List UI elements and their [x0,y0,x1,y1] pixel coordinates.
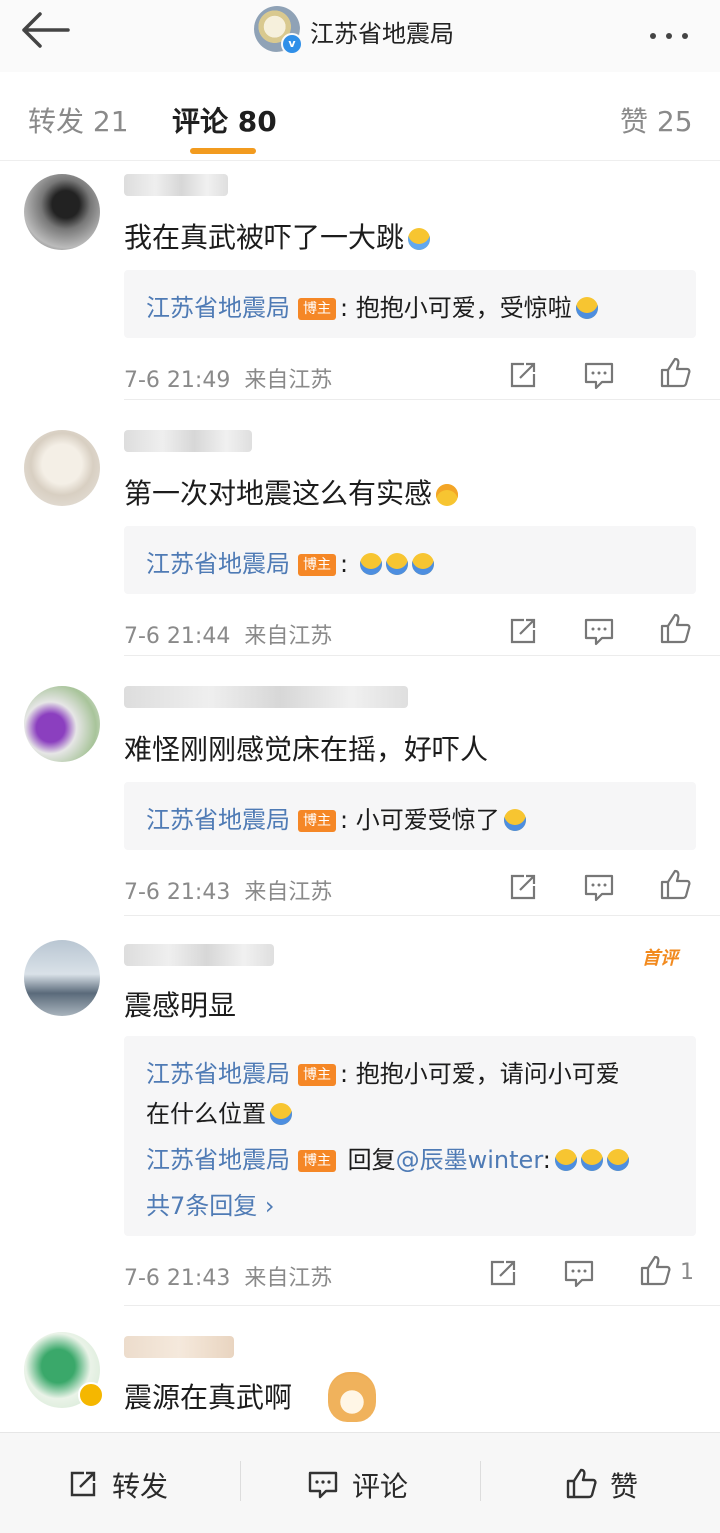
verified-icon: v [281,33,303,55]
more-replies-link[interactable]: 共7条回复 › [146,1186,275,1221]
username-blurred[interactable] [124,944,274,966]
reply-author[interactable]: 江苏省地震局 [146,806,290,834]
divider [124,915,720,916]
comment-text: 震感明显 [124,989,237,1022]
user-avatar[interactable] [24,686,100,762]
tab-bar: 转发 21 评论 80 赞 25 [0,72,720,161]
share-icon[interactable] [506,614,540,648]
comment-text: 第一次对地震这么有实感 [124,472,459,512]
author-badge: 博主 [298,1064,336,1086]
like-icon[interactable] [638,1254,672,1288]
page-title[interactable]: 江苏省地震局 [310,14,454,49]
comment-text: 难怪刚刚感觉床在摇，好吓人 [124,733,489,766]
tab-comments[interactable]: 评论 80 [172,100,277,140]
author-badge: 博主 [298,298,336,320]
like-icon[interactable] [658,868,692,902]
reply-line: 江苏省地震局 博主: 抱抱小可爱，请问小可爱 [146,1060,620,1088]
mention-link[interactable]: @辰墨winter [396,1146,543,1174]
divider [124,655,720,656]
verified-icon [78,1382,104,1408]
divider [124,1305,720,1306]
reply-box[interactable]: 江苏省地震局 博主: 抱抱小可爱，请问小可爱 在什么位置 江苏省地震局 博主 回复@… [124,1036,696,1236]
reply-line: 江苏省地震局 博主: [146,544,434,579]
repost-button[interactable]: 转发 [66,1465,168,1505]
like-icon[interactable] [658,356,692,390]
reply-line: 江苏省地震局 博主: 抱抱小可爱，受惊啦 [146,288,598,323]
comment-icon [308,1471,338,1499]
tab-likes[interactable]: 赞 25 [620,100,693,140]
divider [240,1461,241,1501]
shiba-sticker-icon [328,1372,376,1422]
comment-button[interactable]: 评论 [306,1465,408,1505]
comment-item: 难怪刚刚感觉床在摇，好吓人 江苏省地震局 博主: 小可爱受惊了 7-6 21:43… [0,672,720,916]
divider [124,399,720,400]
username-blurred[interactable] [124,430,252,452]
comment-item: 我在真武被吓了一大跳 江苏省地震局 博主: 抱抱小可爱，受惊啦 7-6 21:49… [0,160,720,400]
reply-box[interactable]: 江苏省地震局 博主: [124,526,696,594]
repost-icon [70,1471,96,1497]
top-bar: v 江苏省地震局 [0,0,720,72]
comment-meta: 7-6 21:44 来自江苏 [124,624,333,649]
reply-box[interactable]: 江苏省地震局 博主: 小可爱受惊了 [124,782,696,850]
comment-text: 震源在真武啊 [124,1381,293,1414]
tab-repost[interactable]: 转发 21 [28,100,129,140]
user-avatar[interactable] [24,940,100,1016]
more-options-icon[interactable] [650,24,698,39]
comment-icon[interactable] [562,1256,596,1290]
reply-author[interactable]: 江苏省地震局 [146,1146,290,1174]
comment-item: 震源在真武啊 [0,1322,720,1432]
reply-line-continued: 在什么位置 [146,1094,292,1129]
like-count: 1 [680,1260,694,1285]
user-avatar[interactable] [24,174,100,250]
comment-item: 首评 震感明显 江苏省地震局 博主: 抱抱小可爱，请问小可爱 在什么位置 江苏省地… [0,930,720,1310]
bottom-action-bar: 转发 评论 赞 [0,1432,720,1533]
username-blurred[interactable] [124,174,228,196]
comment-meta: 7-6 21:49 来自江苏 [124,368,333,393]
username-blurred[interactable] [124,1336,234,1358]
active-tab-indicator [190,148,256,154]
user-avatar[interactable] [24,430,100,506]
divider [480,1461,481,1501]
like-button[interactable]: 赞 [564,1465,638,1505]
hug-emoji-icon [606,1149,629,1171]
comment-icon[interactable] [582,614,616,648]
author-badge: 博主 [298,810,336,832]
comment-meta: 7-6 21:43 来自江苏 [124,1266,333,1291]
comment-item: 第一次对地震这么有实感 江苏省地震局 博主: 7-6 21:44 来自江苏 [0,416,720,656]
share-icon[interactable] [506,870,540,904]
comment-icon[interactable] [582,870,616,904]
hug-emoji-icon [270,1103,292,1125]
hug-emoji-icon [554,1149,577,1171]
reply-line: 江苏省地震局 博主: 小可爱受惊了 [146,800,526,835]
account-avatar[interactable]: v [254,6,303,55]
comment-meta: 7-6 21:43 来自江苏 [124,880,333,905]
hug-emoji-icon [359,553,382,575]
comment-icon[interactable] [582,358,616,392]
share-icon[interactable] [506,358,540,392]
author-badge: 博主 [298,1150,336,1172]
author-badge: 博主 [298,554,336,576]
reply-author[interactable]: 江苏省地震局 [146,1060,290,1088]
hug-emoji-icon [503,809,526,831]
reply-line: 江苏省地震局 博主 回复@辰墨winter: [146,1140,629,1175]
hug-emoji-icon [575,297,598,319]
first-comment-badge: 首评 [642,948,678,969]
crying-emoji-icon [408,228,431,250]
share-icon[interactable] [486,1256,520,1290]
like-icon[interactable] [658,612,692,646]
hug-emoji-icon [411,553,434,575]
comment-text: 我在真武被吓了一大跳 [124,216,431,256]
laughing-emoji-icon [436,484,459,506]
reply-author[interactable]: 江苏省地震局 [146,550,290,578]
hug-emoji-icon [580,1149,603,1171]
reply-author[interactable]: 江苏省地震局 [146,294,290,322]
hug-emoji-icon [385,553,408,575]
like-icon [566,1468,597,1499]
username-blurred[interactable] [124,686,408,708]
back-arrow-icon[interactable] [18,10,72,50]
reply-box[interactable]: 江苏省地震局 博主: 抱抱小可爱，受惊啦 [124,270,696,338]
